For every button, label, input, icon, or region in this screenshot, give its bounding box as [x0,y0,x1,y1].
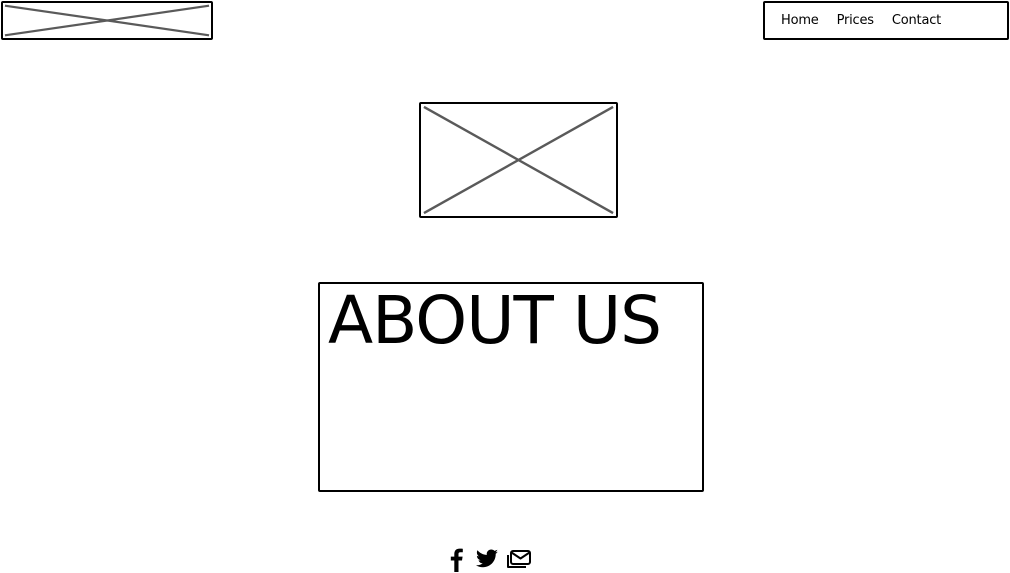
facebook-icon[interactable] [444,546,468,572]
nav-item-prices[interactable]: Prices [837,13,874,28]
main-nav: Home Prices Contact [763,1,1009,40]
email-icon[interactable] [506,548,532,570]
logo-placeholder[interactable] [1,1,213,40]
hero-image-placeholder [419,102,618,218]
twitter-icon[interactable] [474,547,500,571]
about-title: ABOUT US [328,282,662,359]
image-placeholder-icon [423,105,614,215]
image-placeholder-icon [4,4,210,37]
social-links [444,545,532,573]
about-section: ABOUT US [318,282,704,492]
nav-item-home[interactable]: Home [781,13,819,28]
nav-item-contact[interactable]: Contact [892,13,941,28]
